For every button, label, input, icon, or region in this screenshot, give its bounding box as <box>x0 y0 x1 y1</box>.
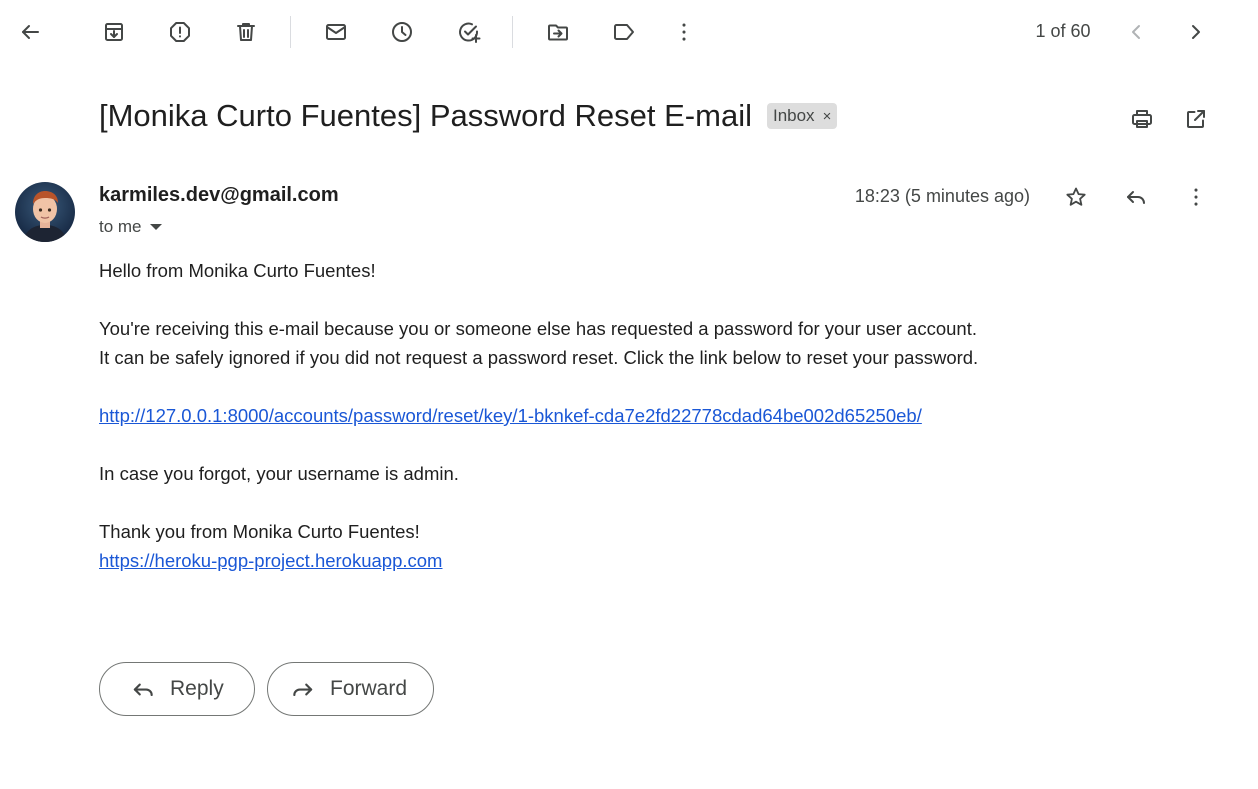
more-vertical-icon <box>1194 188 1198 206</box>
pagination-count: 1 of 60 <box>1035 21 1091 41</box>
print-all-button[interactable] <box>1122 99 1162 139</box>
thanks-text: Thank you from Monika Curto Fuentes! <box>99 521 420 542</box>
reply-button-label[interactable]: Reply <box>170 677 224 701</box>
back-icon <box>22 25 39 39</box>
reply-icon-button[interactable] <box>1116 177 1156 217</box>
reply-button[interactable]: Reply <box>99 662 255 716</box>
recipient-details-toggle[interactable]: to me <box>99 217 162 237</box>
more-options-button[interactable] <box>664 12 704 52</box>
forward-button-label[interactable]: Forward <box>330 677 407 701</box>
archive-button[interactable] <box>94 12 134 52</box>
delete-icon <box>237 23 255 41</box>
newer-email-button[interactable] <box>1116 12 1156 52</box>
report-spam-button[interactable] <box>160 12 200 52</box>
mark-unread-icon <box>326 24 346 40</box>
remove-label-icon[interactable]: × <box>823 108 832 125</box>
email-body: Hello from Monika Curto Fuentes! You're … <box>99 256 1099 575</box>
inbox-label-chip[interactable]: Inbox × <box>766 103 838 129</box>
snooze-icon <box>392 22 412 42</box>
older-email-button[interactable] <box>1176 12 1216 52</box>
avatar-image <box>15 182 75 242</box>
email-timestamp: 18:23 (5 minutes ago) <box>854 186 1030 206</box>
label-icon <box>614 24 634 40</box>
snooze-button[interactable] <box>382 12 422 52</box>
add-to-tasks-button[interactable] <box>449 12 489 52</box>
more-vertical-icon <box>682 23 686 41</box>
chevron-left-icon <box>1132 25 1140 39</box>
back-button[interactable] <box>10 12 50 52</box>
reply-icon <box>1127 191 1145 204</box>
password-reset-link[interactable]: http://127.0.0.1:8000/accounts/password/… <box>99 405 922 426</box>
add-to-tasks-icon <box>459 22 481 43</box>
sender-email[interactable]: karmiles.dev@gmail.com <box>99 184 339 207</box>
forward-icon <box>293 683 313 697</box>
delete-button[interactable] <box>226 12 266 52</box>
star-button[interactable] <box>1056 177 1096 217</box>
move-to-button[interactable] <box>538 12 578 52</box>
site-link[interactable]: https://heroku-pgp-project.herokuapp.com <box>99 550 442 571</box>
labels-button[interactable] <box>604 12 644 52</box>
report-spam-icon <box>170 22 190 42</box>
caret-down-icon[interactable] <box>149 224 162 230</box>
print-icon <box>1132 110 1152 128</box>
recipient-text[interactable]: to me <box>99 217 142 237</box>
sender-avatar[interactable] <box>15 182 75 242</box>
subject-row: [Monika Curto Fuentes] Password Reset E-… <box>99 98 838 134</box>
body-paragraph-line: You're receiving this e-mail because you… <box>99 318 977 339</box>
reply-icon <box>133 683 153 697</box>
username-note: In case you forgot, your username is adm… <box>99 463 459 484</box>
email-subject: [Monika Curto Fuentes] Password Reset E-… <box>99 98 752 133</box>
toolbar-divider <box>290 16 291 48</box>
archive-icon <box>105 23 123 41</box>
forward-button[interactable]: Forward <box>267 662 434 716</box>
body-paragraph-line: It can be safely ignored if you did not … <box>99 347 979 368</box>
open-in-new-window-button[interactable] <box>1176 99 1216 139</box>
message-more-button[interactable] <box>1176 177 1216 217</box>
chevron-right-icon <box>1192 25 1200 39</box>
mark-unread-button[interactable] <box>316 12 356 52</box>
label-chip-text[interactable]: Inbox <box>773 106 815 126</box>
open-in-new-icon <box>1187 110 1205 128</box>
star-icon <box>1066 187 1086 206</box>
greeting-text: Hello from Monika Curto Fuentes! <box>99 260 376 281</box>
move-to-icon <box>548 24 568 41</box>
toolbar-divider <box>512 16 513 48</box>
